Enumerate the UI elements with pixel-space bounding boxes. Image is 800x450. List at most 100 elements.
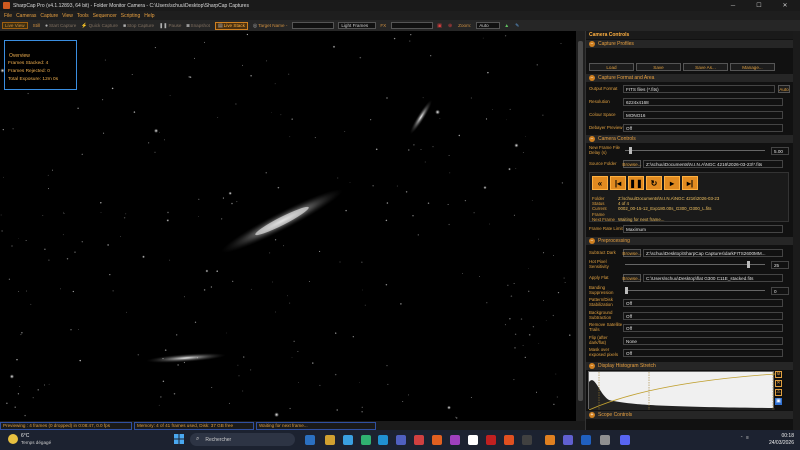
save-as-profile-button[interactable]: Save As... [683, 63, 728, 71]
highlight-icon[interactable]: ▣ [437, 23, 443, 29]
start-icon[interactable] [174, 434, 184, 444]
app-light-icon[interactable] [600, 435, 610, 445]
firefox-icon[interactable] [432, 435, 442, 445]
app-blue-icon[interactable] [581, 435, 591, 445]
edge-icon[interactable] [343, 435, 353, 445]
hot-pixel-slider-handle[interactable] [747, 261, 750, 268]
banding-slider-handle[interactable] [625, 287, 628, 294]
netflix-icon[interactable] [486, 435, 496, 445]
menu-view[interactable]: View [62, 13, 73, 19]
banding-value[interactable]: 0 [771, 287, 789, 295]
menu-cameras[interactable]: Cameras [16, 13, 36, 19]
scope-controls-header[interactable]: + Scope Controls [586, 411, 800, 419]
app-orange-icon[interactable] [504, 435, 514, 445]
rewind-button[interactable]: « [592, 176, 608, 190]
photoshop-icon[interactable] [305, 435, 315, 445]
delay-slider-track[interactable] [625, 150, 765, 151]
refresh-button[interactable]: ↻ [646, 176, 662, 190]
load-profile-button[interactable]: Load [589, 63, 634, 71]
scroll-thumb[interactable] [578, 41, 583, 401]
menu-sequencer[interactable]: Sequencer [93, 13, 117, 19]
sharpcap-icon[interactable] [545, 435, 555, 445]
capture-profiles-header[interactable]: − Capture Profiles [586, 40, 800, 48]
discord-icon[interactable] [620, 435, 630, 445]
maximize-button[interactable]: ☐ [746, 0, 772, 11]
pause-button[interactable]: ❚❚ Pause [159, 23, 181, 29]
app-purple-icon[interactable] [450, 435, 460, 445]
clock-time[interactable]: 00:18 [764, 433, 794, 439]
histogram-display[interactable] [588, 371, 776, 411]
debayer-dropdown[interactable]: Off [623, 124, 783, 132]
browse-dark-button[interactable]: Browse... [622, 249, 642, 257]
satellite-dropdown[interactable]: Off [623, 324, 783, 332]
background-dropdown[interactable]: Off [623, 312, 783, 320]
camera-controls-header[interactable]: − Camera Controls [586, 135, 800, 143]
store-icon[interactable] [378, 435, 388, 445]
delay-slider-handle[interactable] [629, 147, 632, 154]
manage-profiles-button[interactable]: Manage... [730, 63, 775, 71]
minimize-button[interactable]: ─ [720, 0, 746, 11]
app-white-icon[interactable] [468, 435, 478, 445]
frame-rate-dropdown[interactable]: Maximum [623, 225, 783, 233]
browse-flat-button[interactable]: Browse... [622, 274, 642, 282]
apply-flat-path[interactable]: C:\Users\schuu\Desktop\flat G300 C11E_st… [643, 274, 783, 282]
menu-help[interactable]: Help [144, 13, 154, 19]
skip-end-button[interactable]: ▸| [682, 176, 698, 190]
start-capture-button[interactable]: ● Start Capture [45, 23, 76, 29]
auto-stretch-icon[interactable]: ⚙ [775, 371, 782, 378]
colour-space-dropdown[interactable]: MONO16 [623, 111, 783, 119]
stop-capture-button[interactable]: ■ Stop Capture [123, 23, 154, 29]
resolution-dropdown[interactable]: 6224x4168 [623, 98, 783, 106]
weather-icon[interactable] [8, 434, 18, 444]
image-scrollbar[interactable] [576, 31, 585, 421]
pattern-dropdown[interactable]: Off [623, 299, 783, 307]
save-stretch-icon[interactable]: ▣ [775, 398, 782, 405]
reset-stretch-icon[interactable]: ✕ [775, 380, 782, 387]
frame-type-dropdown[interactable]: Light Frames [338, 22, 377, 29]
live-view-button[interactable]: Live View [2, 22, 28, 29]
output-format-dropdown[interactable]: FITS files (*.fits) [623, 85, 775, 93]
panel-scrollbar[interactable] [793, 31, 800, 430]
histogram-icon[interactable]: ▲ [504, 23, 510, 29]
menu-file[interactable]: File [4, 13, 12, 19]
menu-scripting[interactable]: Scripting [121, 13, 140, 19]
step-back-button[interactable]: |◂ [610, 176, 626, 190]
nina-icon[interactable] [563, 435, 573, 445]
snapshot-button[interactable]: ◙ Snapshot [186, 23, 209, 29]
stretch-settings-icon[interactable]: ⚠ [775, 389, 782, 396]
capture-format-header[interactable]: − Capture Format and Area [586, 74, 800, 82]
mask-dropdown[interactable]: Off [623, 349, 783, 357]
menu-capture[interactable]: Capture [40, 13, 58, 19]
preprocessing-header[interactable]: − Preprocessing [586, 237, 800, 245]
pause-playback-button[interactable]: ❚❚ [628, 176, 644, 190]
tray-language-icon[interactable]: ≡ [746, 435, 749, 441]
play-button[interactable]: ▸ [664, 176, 680, 190]
flip-dropdown[interactable]: None [623, 337, 783, 345]
app-gray-icon[interactable] [522, 435, 532, 445]
subtract-dark-path[interactable]: Z:\schuu\Desktop\SharpCap Captures\darkF… [643, 249, 783, 257]
clock-date[interactable]: 24/03/2026 [764, 440, 794, 446]
hot-pixel-slider-track[interactable] [625, 264, 765, 265]
chrome-icon[interactable] [361, 435, 371, 445]
fx-dropdown[interactable] [391, 22, 434, 29]
still-button[interactable]: Still [33, 23, 40, 28]
quick-capture-button[interactable]: ⚡ Quick Capture [81, 23, 118, 29]
tools-icon[interactable]: ✎ [515, 23, 520, 29]
reticle-icon[interactable]: ⊕ [448, 23, 453, 29]
browse-source-button[interactable]: Browse... [622, 160, 642, 168]
hot-pixel-value[interactable]: 25 [771, 261, 789, 269]
close-button[interactable]: ✕ [772, 0, 798, 11]
app-red-icon[interactable] [414, 435, 424, 445]
banding-slider-track[interactable] [625, 290, 765, 291]
image-viewport[interactable] [0, 31, 585, 421]
live-stack-button[interactable]: ▤ Live Stack [214, 21, 248, 30]
target-name-dropdown[interactable] [292, 22, 335, 29]
search-box[interactable]: ⌕ Rechercher [190, 433, 295, 446]
source-folder-path[interactable]: Z:\schuu\Documents\N.I.N.A\NGC 4216\2026… [643, 160, 783, 168]
file-explorer-icon[interactable] [325, 435, 335, 445]
tray-arrow-icon[interactable]: ⌃ [740, 435, 743, 440]
menu-tools[interactable]: Tools [77, 13, 89, 19]
auto-button[interactable]: Auto [778, 85, 790, 93]
delay-value[interactable]: 5.00 [771, 147, 789, 155]
histogram-header[interactable]: − Display Histogram Stretch [586, 362, 800, 370]
